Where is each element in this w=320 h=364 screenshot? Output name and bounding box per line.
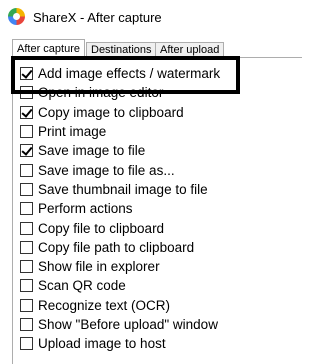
option-label: Save thumbnail image to file <box>38 181 208 197</box>
option-save-image-to-file[interactable]: Save image to file <box>20 141 295 160</box>
checkbox[interactable] <box>20 221 33 235</box>
window-title: ShareX - After capture <box>33 10 162 25</box>
checkbox[interactable] <box>20 337 33 351</box>
option-save-image-to-file-as[interactable]: Save image to file as... <box>20 160 295 179</box>
option-label: Save image to file as... <box>38 162 175 178</box>
option-label: Show file in explorer <box>38 259 160 275</box>
option-upload-image[interactable]: Upload image to host <box>20 334 295 353</box>
option-label: Print image <box>38 124 107 140</box>
checkbox[interactable] <box>20 105 33 119</box>
option-save-thumbnail[interactable]: Save thumbnail image to file <box>20 180 295 199</box>
option-show-before-upload[interactable]: Show "Before upload" window <box>20 315 295 334</box>
checkbox[interactable] <box>20 279 33 293</box>
tab-strip: After capture Destinations After upload <box>0 36 300 59</box>
checkbox[interactable] <box>20 144 33 158</box>
option-label: Show "Before upload" window <box>38 317 218 332</box>
option-copy-file-to-clipboard[interactable]: Copy file to clipboard <box>20 218 295 237</box>
option-label: Scan QR code <box>38 278 126 294</box>
option-perform-actions[interactable]: Perform actions <box>20 199 295 218</box>
option-print-image[interactable]: Print image <box>20 122 295 141</box>
option-label: Recognize text (OCR) <box>38 297 171 313</box>
option-add-image-effects[interactable]: Add image effects / watermark <box>20 64 295 83</box>
option-copy-file-path[interactable]: Copy file path to clipboard <box>20 238 295 257</box>
tab-after-capture[interactable]: After capture <box>12 39 85 59</box>
checkbox[interactable] <box>20 240 33 254</box>
checkbox[interactable] <box>20 298 33 312</box>
option-copy-image-to-clipboard[interactable]: Copy image to clipboard <box>20 103 295 122</box>
checkbox[interactable] <box>20 318 33 331</box>
option-label: Save image to file <box>38 143 146 159</box>
option-label: Copy image to clipboard <box>38 104 184 120</box>
checkbox[interactable] <box>20 260 33 274</box>
option-recognize-text[interactable]: Recognize text (OCR) <box>20 296 295 315</box>
tab-destinations[interactable]: Destinations <box>86 42 157 58</box>
checkbox[interactable] <box>20 202 33 216</box>
option-label: Copy file path to clipboard <box>38 239 195 255</box>
option-label: Upload image to host <box>38 336 166 352</box>
checkbox[interactable] <box>20 163 33 177</box>
option-label: Perform actions <box>38 201 133 217</box>
option-label: Open in image editor <box>38 85 164 101</box>
checkbox[interactable] <box>20 182 33 196</box>
sharex-icon <box>8 8 25 25</box>
options-list: Add image effects / watermark Open in im… <box>20 64 295 353</box>
option-label: Add image effects / watermark <box>38 66 221 82</box>
option-scan-qr-code[interactable]: Scan QR code <box>20 276 295 295</box>
checkbox[interactable] <box>20 86 33 100</box>
checkbox[interactable] <box>20 125 33 139</box>
tab-after-upload[interactable]: After upload <box>155 42 225 58</box>
checkbox[interactable] <box>20 67 33 81</box>
option-open-in-image-editor[interactable]: Open in image editor <box>20 83 295 102</box>
option-label: Copy file to clipboard <box>38 220 165 236</box>
option-show-in-explorer[interactable]: Show file in explorer <box>20 257 295 276</box>
title-bar: ShareX - After capture <box>0 0 300 36</box>
